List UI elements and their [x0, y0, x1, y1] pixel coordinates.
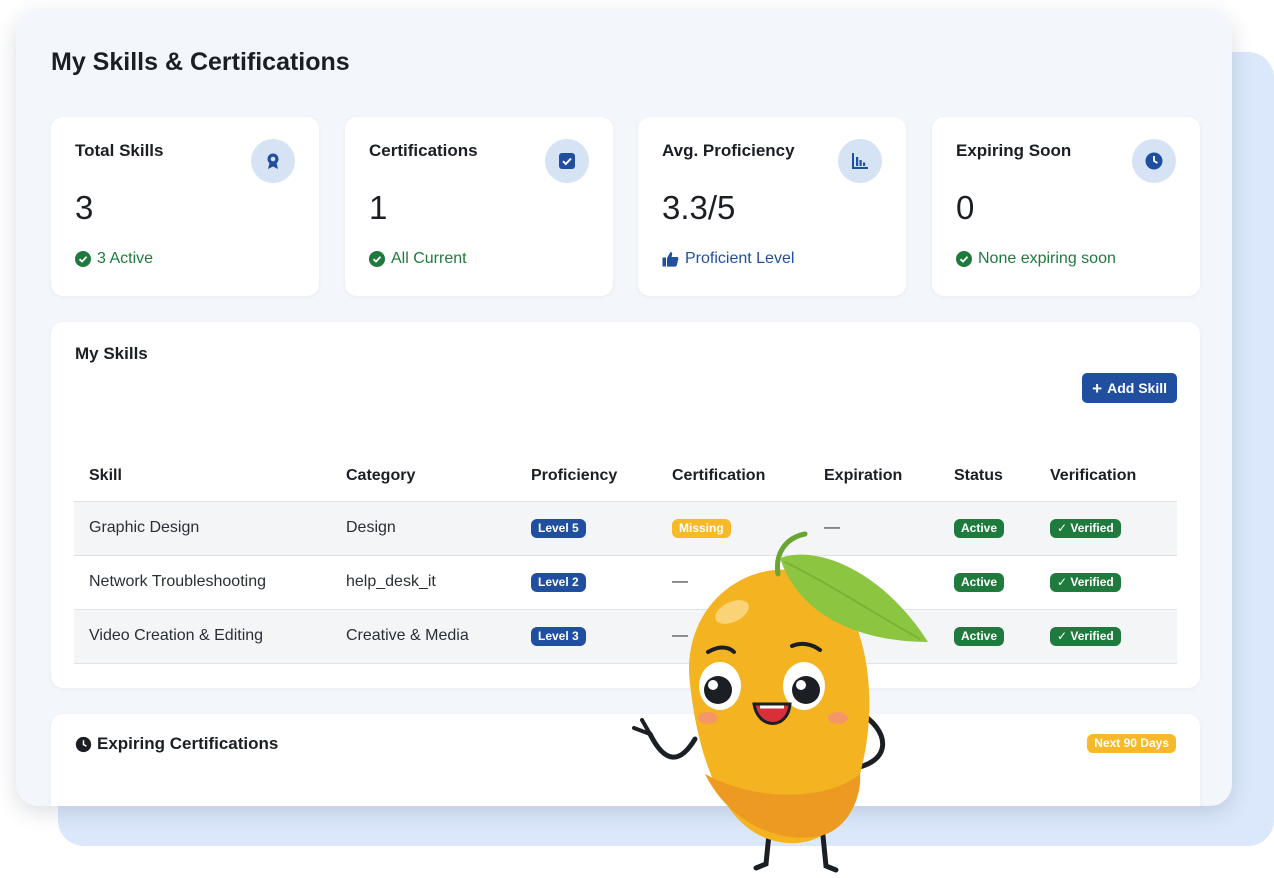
status-badge: Active [954, 518, 1005, 538]
stat-footnote-text: None expiring soon [978, 250, 1116, 267]
plus-icon: + [1092, 378, 1103, 398]
verification-badge: ✓ Verified [1050, 572, 1121, 592]
add-skill-label: Add Skill [1107, 380, 1167, 396]
verification-text: Verified [1070, 628, 1114, 643]
column-header: Expiration [809, 451, 939, 502]
column-header: Proficiency [516, 451, 657, 502]
proficiency-badge: Level 3 [531, 626, 586, 646]
skill-category: Design [331, 501, 516, 556]
stat-title: Certifications [369, 141, 478, 160]
stat-title: Expiring Soon [956, 141, 1072, 160]
verification-badge: ✓ Verified [1050, 626, 1121, 646]
stat-footnote-text: Proficient Level [685, 250, 795, 267]
stat-card-certifications: Certifications 1 All Current [345, 117, 613, 296]
stat-footnote-text: All Current [391, 250, 467, 267]
stat-title: Total Skills [75, 141, 164, 160]
stat-value: 3.3/5 [662, 189, 736, 226]
verification-badge: ✓ Verified [1050, 518, 1121, 538]
check-circle-icon [369, 251, 385, 267]
stat-value: 0 [956, 189, 975, 226]
add-skill-button[interactable]: + Add Skill [1082, 373, 1177, 403]
stat-footnote: Proficient Level [662, 250, 794, 268]
mango-mascot-illustration [632, 531, 928, 873]
check-circle-icon [75, 251, 91, 267]
stat-card-avg-proficiency: Avg. Proficiency 3.3/5 Proficient Level [638, 117, 906, 296]
check-circle-icon [956, 251, 972, 267]
stat-value: 1 [369, 189, 388, 226]
column-header: Verification [1035, 451, 1177, 502]
skill-name: Graphic Design [74, 501, 331, 556]
section-title: My Skills [75, 344, 148, 363]
page-title: My Skills & Certifications [51, 48, 350, 76]
stat-card-total-skills: Total Skills 3 3 Active [51, 117, 319, 296]
stat-footnote: 3 Active [75, 250, 153, 268]
proficiency-badge: Level 2 [531, 572, 586, 592]
skill-category: help_desk_it [331, 555, 516, 610]
thumbs-up-icon [662, 252, 679, 267]
proficiency-badge: Level 5 [531, 518, 586, 538]
column-header: Skill [74, 451, 331, 502]
status-badge: Active [954, 626, 1005, 646]
clock-icon [1132, 139, 1176, 183]
section-title: Expiring Certifications [75, 734, 278, 754]
stat-value: 3 [75, 189, 94, 226]
column-header: Category [331, 451, 516, 502]
stat-footnote-text: 3 Active [97, 250, 154, 267]
checkbox-icon [545, 139, 589, 183]
table-header-row: Skill Category Proficiency Certification… [74, 451, 1177, 502]
column-header: Status [939, 451, 1035, 502]
stat-card-expiring-soon: Expiring Soon 0 None expiring soon [932, 117, 1200, 296]
skill-category: Creative & Media [331, 609, 516, 664]
stat-footnote: None expiring soon [956, 250, 1116, 268]
status-badge: Active [954, 572, 1005, 592]
bar-chart-icon [838, 139, 882, 183]
verification-text: Verified [1070, 520, 1114, 535]
skill-name: Network Troubleshooting [74, 555, 331, 610]
stat-footnote: All Current [369, 250, 467, 268]
expiring-title-text: Expiring Certifications [97, 734, 279, 753]
column-header: Certification [657, 451, 809, 502]
time-range-badge: Next 90 Days [1087, 734, 1176, 753]
award-icon [251, 139, 295, 183]
clock-icon [75, 736, 92, 752]
skill-name: Video Creation & Editing [74, 609, 331, 664]
stat-title: Avg. Proficiency [662, 141, 795, 160]
verification-text: Verified [1070, 574, 1114, 589]
